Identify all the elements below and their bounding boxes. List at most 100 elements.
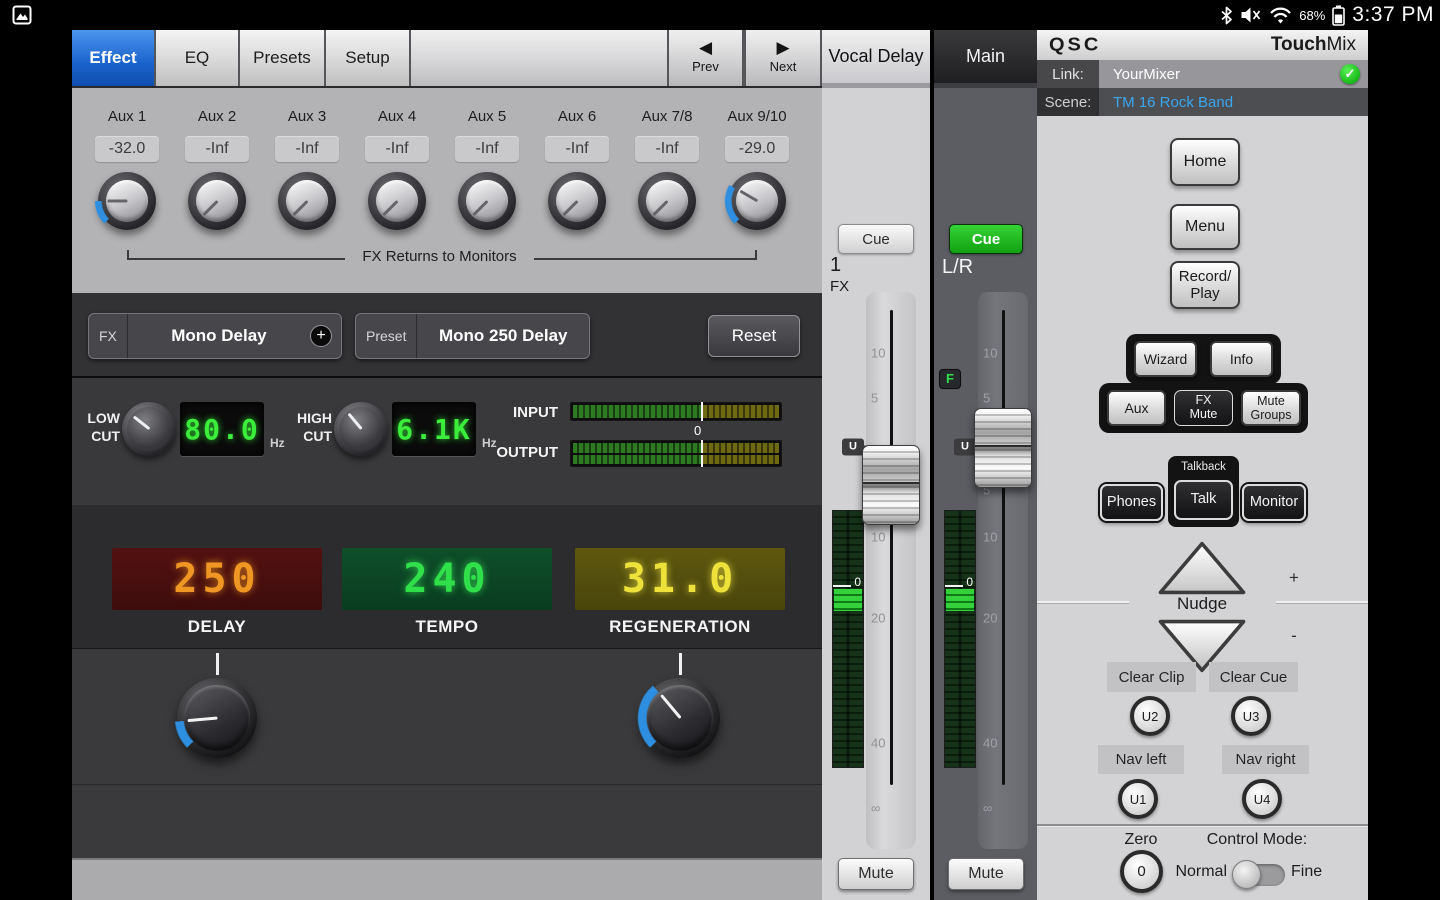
mute-groups-button[interactable]: Mute Groups — [1241, 390, 1301, 426]
info-button[interactable]: Info — [1210, 341, 1273, 377]
bottom-separator — [1037, 824, 1368, 826]
fx-level-meter: 0 — [832, 510, 864, 768]
fader-slot — [890, 310, 893, 785]
tab-setup[interactable]: Setup — [326, 30, 411, 86]
high-cut-knob[interactable] — [334, 402, 388, 456]
main-strip-header[interactable]: Main — [934, 30, 1037, 88]
nav-left-button[interactable]: Nav left — [1098, 745, 1184, 774]
user-button-u4[interactable]: U4 — [1242, 779, 1282, 819]
tab-presets[interactable]: Presets — [240, 30, 326, 86]
aux7-8-level-knob[interactable] — [638, 172, 696, 230]
wizard-button[interactable]: Wizard — [1134, 341, 1197, 377]
aux-value: -Inf — [365, 136, 429, 162]
main-cue-button[interactable]: Cue — [949, 224, 1023, 254]
aux-send-3: Aux 3 -Inf — [262, 88, 352, 293]
nudge-divider-left — [1037, 601, 1129, 603]
section-divider — [72, 784, 822, 785]
clear-cue-button[interactable]: Clear Cue — [1209, 662, 1298, 692]
reset-button[interactable]: Reset — [708, 315, 800, 357]
mode-fine-label: Fine — [1291, 863, 1341, 881]
next-effect-button[interactable]: ▶ Next — [744, 30, 822, 86]
fx-expand-plus-icon[interactable]: + — [310, 325, 332, 347]
record-play-button[interactable]: Record/ Play — [1170, 261, 1240, 309]
high-cut-display: 6.1K — [392, 402, 476, 456]
fx-type-select[interactable]: FX Mono Delay + — [88, 313, 342, 359]
main-fader-cap[interactable] — [974, 408, 1032, 488]
phones-button[interactable]: Phones — [1100, 484, 1163, 521]
fx-mute-button-panel[interactable]: FX Mute — [1174, 390, 1233, 426]
control-mode-label: Control Mode: — [1172, 831, 1342, 849]
scale-mark: ∞ — [871, 801, 901, 816]
monitor-button[interactable]: Monitor — [1242, 484, 1306, 521]
zero-button[interactable]: 0 — [1120, 850, 1163, 893]
nav-right-button[interactable]: Nav right — [1222, 745, 1309, 774]
menu-button[interactable]: Menu — [1170, 204, 1240, 250]
clear-clip-button[interactable]: Clear Clip — [1107, 662, 1196, 692]
aux3-level-knob[interactable] — [278, 172, 336, 230]
aux-value: -Inf — [455, 136, 519, 162]
aux1-level-knob[interactable] — [98, 172, 156, 230]
link-value: YourMixer — [1113, 60, 1180, 88]
main-mute-button[interactable]: Mute — [948, 858, 1024, 890]
user-button-u3[interactable]: U3 — [1231, 696, 1271, 736]
link-row[interactable]: Link: YourMixer ✓ — [1037, 60, 1368, 88]
nudge-plus-icon: + — [1248, 568, 1340, 588]
tab-eq[interactable]: EQ — [156, 30, 240, 86]
aux-value: -32.0 — [95, 136, 159, 162]
brand-header: QSC TouchMix — [1037, 30, 1368, 60]
high-cut-label: HIGH CUT — [284, 410, 332, 445]
low-cut-knob[interactable] — [122, 402, 176, 456]
scene-row[interactable]: Scene: TM 16 Rock Band — [1037, 88, 1368, 116]
aux-button[interactable]: Aux — [1107, 390, 1166, 426]
regeneration-knob[interactable] — [640, 678, 720, 758]
aux4-level-knob[interactable] — [368, 172, 426, 230]
fader-slot — [1002, 310, 1005, 785]
fx-fader-track[interactable]: 10 5 5 10 20 40 ∞ U — [866, 292, 916, 849]
regeneration-label: REGENERATION — [575, 617, 785, 637]
nudge-label: Nudge — [1152, 594, 1252, 614]
aux2-level-knob[interactable] — [188, 172, 246, 230]
toggle-knob[interactable] — [1232, 860, 1261, 889]
aux-send-2: Aux 2 -Inf — [172, 88, 262, 293]
aux-label: Aux 1 — [82, 108, 172, 125]
unity-gain-badge: U — [954, 439, 976, 456]
meter-zero-label: 0 — [694, 423, 701, 438]
channel-name-header[interactable]: Vocal Delay — [822, 30, 930, 88]
fx-mute-button[interactable]: Mute — [838, 858, 914, 890]
aux-label: Aux 2 — [172, 108, 262, 125]
delay-knob[interactable] — [177, 678, 257, 758]
preset-select[interactable]: Preset Mono 250 Delay — [355, 313, 590, 359]
clock: 3:37 PM — [1352, 3, 1434, 27]
scale-mark: 20 — [871, 611, 901, 626]
bluetooth-icon — [1220, 6, 1233, 25]
scale-mark: ∞ — [983, 801, 1013, 816]
aux-value: -Inf — [545, 136, 609, 162]
aux-send-7-8: Aux 7/8 -Inf — [622, 88, 712, 293]
aux-value: -Inf — [635, 136, 699, 162]
talk-button[interactable]: Talk — [1174, 480, 1233, 520]
output-meter — [570, 440, 782, 467]
fx-cue-button[interactable]: Cue — [838, 224, 914, 254]
main-fader-track[interactable]: 10 5 5 10 20 40 ∞ U — [978, 292, 1028, 849]
tempo-value-display: 240 — [342, 548, 552, 610]
tab-effect[interactable]: Effect — [72, 30, 156, 86]
output-meter-label: OUTPUT — [492, 444, 558, 461]
low-cut-unit: Hz — [270, 436, 285, 450]
aux9-10-level-knob[interactable] — [728, 172, 786, 230]
nudge-up-button[interactable]: + — [1156, 540, 1248, 596]
aux5-level-knob[interactable] — [458, 172, 516, 230]
fx-returns-caption: FX Returns to Monitors — [347, 248, 532, 265]
parameter-knob-section — [72, 648, 822, 858]
prev-effect-button[interactable]: ◀ Prev — [667, 30, 744, 86]
control-mode-toggle[interactable] — [1235, 864, 1285, 886]
user-button-u1[interactable]: U1 — [1118, 779, 1158, 819]
preset-prefix-label: Preset — [356, 314, 417, 358]
low-cut-label: LOW CUT — [72, 410, 120, 445]
zero-label: Zero — [1101, 831, 1181, 849]
mode-normal-label: Normal — [1165, 863, 1227, 881]
aux6-level-knob[interactable] — [548, 172, 606, 230]
home-button[interactable]: Home — [1170, 138, 1240, 186]
knob-pointer — [107, 200, 127, 203]
fx-fader-cap[interactable] — [862, 445, 920, 525]
user-button-u2[interactable]: U2 — [1130, 696, 1170, 736]
